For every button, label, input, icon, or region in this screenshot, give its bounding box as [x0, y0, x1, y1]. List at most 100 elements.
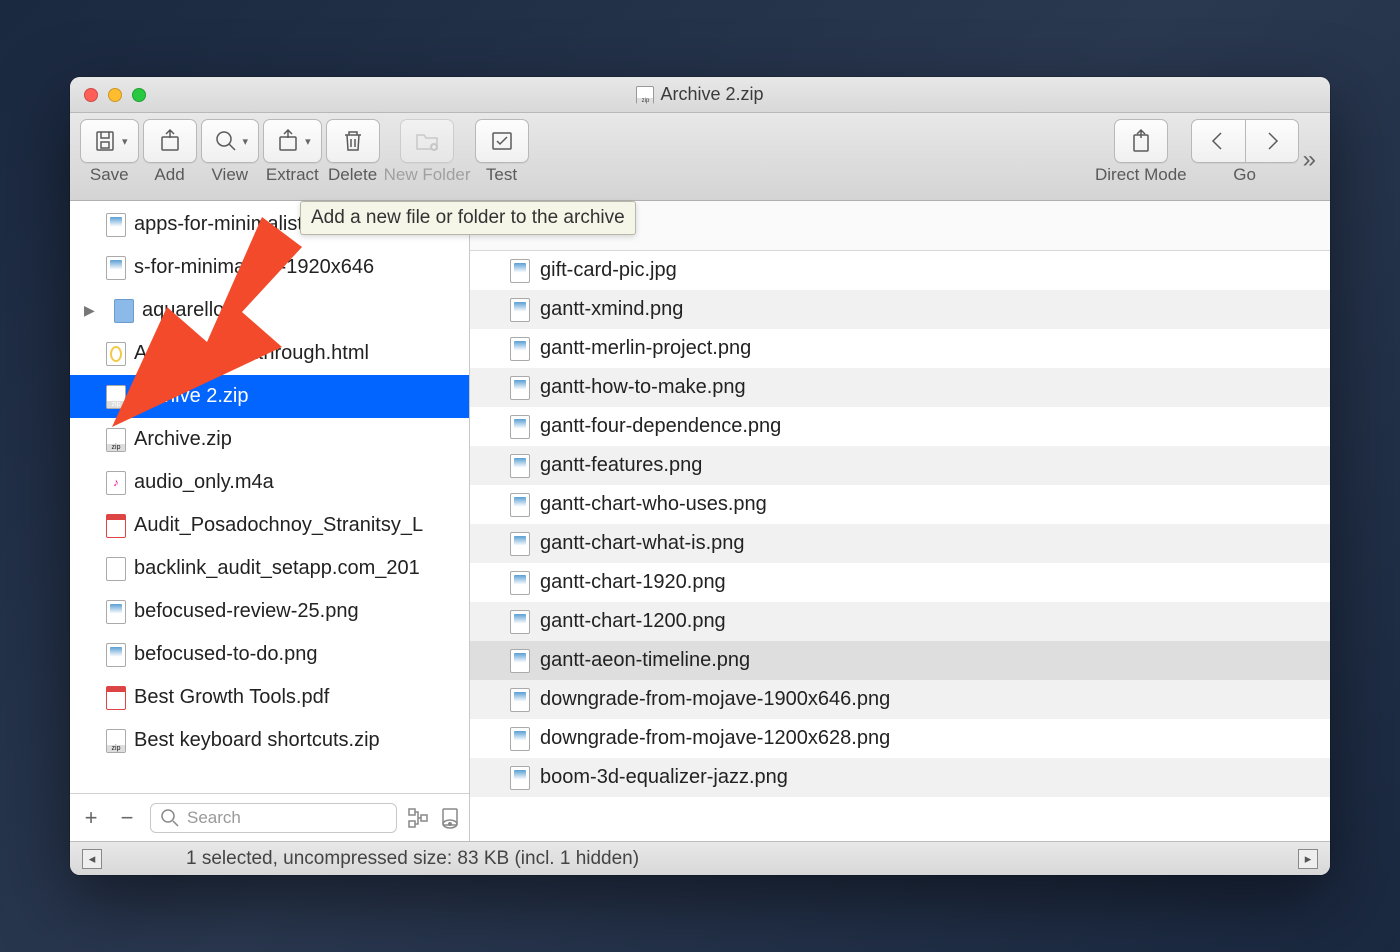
sidebar-item[interactable]: befocused-to-do.png: [70, 633, 469, 676]
new-folder-icon: [413, 127, 441, 155]
chevron-left-icon: [1204, 127, 1232, 155]
tooltip: Add a new file or folder to the archive: [300, 201, 636, 235]
status-right-button[interactable]: ▸: [1298, 849, 1318, 869]
titlebar[interactable]: Archive 2.zip: [70, 77, 1330, 113]
archive-icon: [636, 86, 654, 104]
delete-button[interactable]: [326, 119, 380, 163]
file-name-label: downgrade-from-mojave-1900x646.png: [540, 688, 890, 711]
file-row[interactable]: gantt-xmind.png: [470, 290, 1330, 329]
image-file-icon: [510, 649, 530, 673]
sidebar-item[interactable]: befocused-review-25.png: [70, 590, 469, 633]
window-title: Archive 2.zip: [70, 84, 1330, 105]
disclosure-triangle-icon[interactable]: ▶: [84, 302, 96, 319]
img-file-icon: [106, 643, 126, 667]
extract-icon: [274, 127, 302, 155]
add-button[interactable]: [143, 119, 197, 163]
sidebar-item-label: befocused-review-25.png: [134, 600, 359, 623]
pdf-file-icon: [106, 514, 126, 538]
statusbar: ◂ 1 selected, uncompressed size: 83 KB (…: [70, 841, 1330, 875]
sidebar-item-label: Best Growth Tools.pdf: [134, 686, 329, 709]
file-name-label: gantt-merlin-project.png: [540, 337, 751, 360]
image-file-icon: [510, 376, 530, 400]
file-row[interactable]: downgrade-from-mojave-1200x628.png: [470, 719, 1330, 758]
sidebar-item[interactable]: Audit_Posadochnoy_Stranitsy_L: [70, 504, 469, 547]
file-row[interactable]: boom-3d-equalizer-jazz.png: [470, 758, 1330, 797]
image-file-icon: [510, 727, 530, 751]
zip-file-icon: [106, 729, 126, 753]
sidebar-item[interactable]: Best Growth Tools.pdf: [70, 676, 469, 719]
test-icon: [488, 127, 516, 155]
sidebar-item-label: Audit_Posadochnoy_Stranitsy_L: [134, 514, 423, 537]
go-label: Go: [1233, 165, 1256, 185]
sidebar-item[interactable]: Best keyboard shortcuts.zip: [70, 719, 469, 762]
sidebar-item-label: aquarello: [142, 299, 224, 322]
sidebar-item-label: backlink_audit_setapp.com_201: [134, 557, 420, 580]
sidebar-item[interactable]: ▶ aquarello: [70, 289, 469, 332]
go-back-button[interactable]: [1191, 119, 1245, 163]
file-row[interactable]: gantt-chart-1200.png: [470, 602, 1330, 641]
sidebar-item[interactable]: Archive.zip: [70, 418, 469, 461]
view-icon: [212, 127, 240, 155]
view-label: View: [212, 165, 249, 185]
file-name-label: downgrade-from-mojave-1200x628.png: [540, 727, 890, 750]
sidebar-item[interactable]: AquareloWalkthrough.html: [70, 332, 469, 375]
file-row[interactable]: gantt-chart-what-is.png: [470, 524, 1330, 563]
save-label: Save: [90, 165, 129, 185]
direct-mode-label: Direct Mode: [1095, 165, 1187, 185]
go-forward-button[interactable]: [1245, 119, 1299, 163]
sidebar-item[interactable]: s-for-minimalists-1920x646: [70, 246, 469, 289]
save-button[interactable]: ▾: [80, 119, 139, 163]
hierarchy-icon[interactable]: [407, 807, 429, 829]
sidebar-item[interactable]: Archive 2.zip: [70, 375, 469, 418]
file-row[interactable]: gantt-aeon-timeline.png: [470, 641, 1330, 680]
sidebar-list[interactable]: apps-for-minimalists-1200x628s-for-minim…: [70, 201, 469, 793]
file-row[interactable]: gantt-merlin-project.png: [470, 329, 1330, 368]
status-left-button[interactable]: ◂: [82, 849, 102, 869]
file-name-label: gantt-chart-what-is.png: [540, 532, 745, 555]
minimize-window-button[interactable]: [108, 88, 122, 102]
file-name-label: boom-3d-equalizer-jazz.png: [540, 766, 788, 789]
app-window: Archive 2.zip ▾ Save Add ▾ View: [70, 77, 1330, 875]
search-input[interactable]: Search: [150, 803, 397, 833]
body: apps-for-minimalists-1200x628s-for-minim…: [70, 201, 1330, 841]
image-file-icon: [510, 766, 530, 790]
chevron-down-icon: ▾: [305, 135, 311, 148]
file-row[interactable]: gantt-chart-who-uses.png: [470, 485, 1330, 524]
image-file-icon: [510, 493, 530, 517]
img-file-icon: [106, 213, 126, 237]
test-button[interactable]: [475, 119, 529, 163]
file-row[interactable]: gantt-four-dependence.png: [470, 407, 1330, 446]
direct-mode-button[interactable]: [1114, 119, 1168, 163]
file-name-label: gantt-features.png: [540, 454, 702, 477]
image-file-icon: [510, 532, 530, 556]
sidebar-item-label: Archive.zip: [134, 428, 232, 451]
zoom-window-button[interactable]: [132, 88, 146, 102]
preview-icon[interactable]: [439, 807, 461, 829]
sidebar-item[interactable]: backlink_audit_setapp.com_201: [70, 547, 469, 590]
toolbar: ▾ Save Add ▾ View ▾ Extract: [70, 113, 1330, 201]
extract-button[interactable]: ▾: [263, 119, 322, 163]
close-window-button[interactable]: [84, 88, 98, 102]
new-folder-button[interactable]: [400, 119, 454, 163]
add-item-button[interactable]: +: [78, 805, 104, 831]
test-label: Test: [486, 165, 517, 185]
file-row[interactable]: downgrade-from-mojave-1900x646.png: [470, 680, 1330, 719]
file-name-label: gift-card-pic.jpg: [540, 259, 677, 282]
trash-icon: [339, 127, 367, 155]
file-name-label: gantt-how-to-make.png: [540, 376, 746, 399]
image-file-icon: [510, 415, 530, 439]
toolbar-overflow-button[interactable]: »: [1303, 146, 1320, 174]
file-row[interactable]: gantt-how-to-make.png: [470, 368, 1330, 407]
file-row[interactable]: gantt-chart-1920.png: [470, 563, 1330, 602]
remove-item-button[interactable]: −: [114, 805, 140, 831]
delete-label: Delete: [328, 165, 377, 185]
file-row[interactable]: gift-card-pic.jpg: [470, 251, 1330, 290]
view-button[interactable]: ▾: [201, 119, 260, 163]
file-row[interactable]: gantt-features.png: [470, 446, 1330, 485]
file-name-label: gantt-xmind.png: [540, 298, 683, 321]
file-name-label: gantt-aeon-timeline.png: [540, 649, 750, 672]
sidebar-item-label: audio_only.m4a: [134, 471, 274, 494]
content-list[interactable]: gift-card-pic.jpg gantt-xmind.png gantt-me…: [470, 251, 1330, 841]
sidebar-item-label: AquareloWalkthrough.html: [134, 342, 369, 365]
sidebar-item[interactable]: audio_only.m4a: [70, 461, 469, 504]
